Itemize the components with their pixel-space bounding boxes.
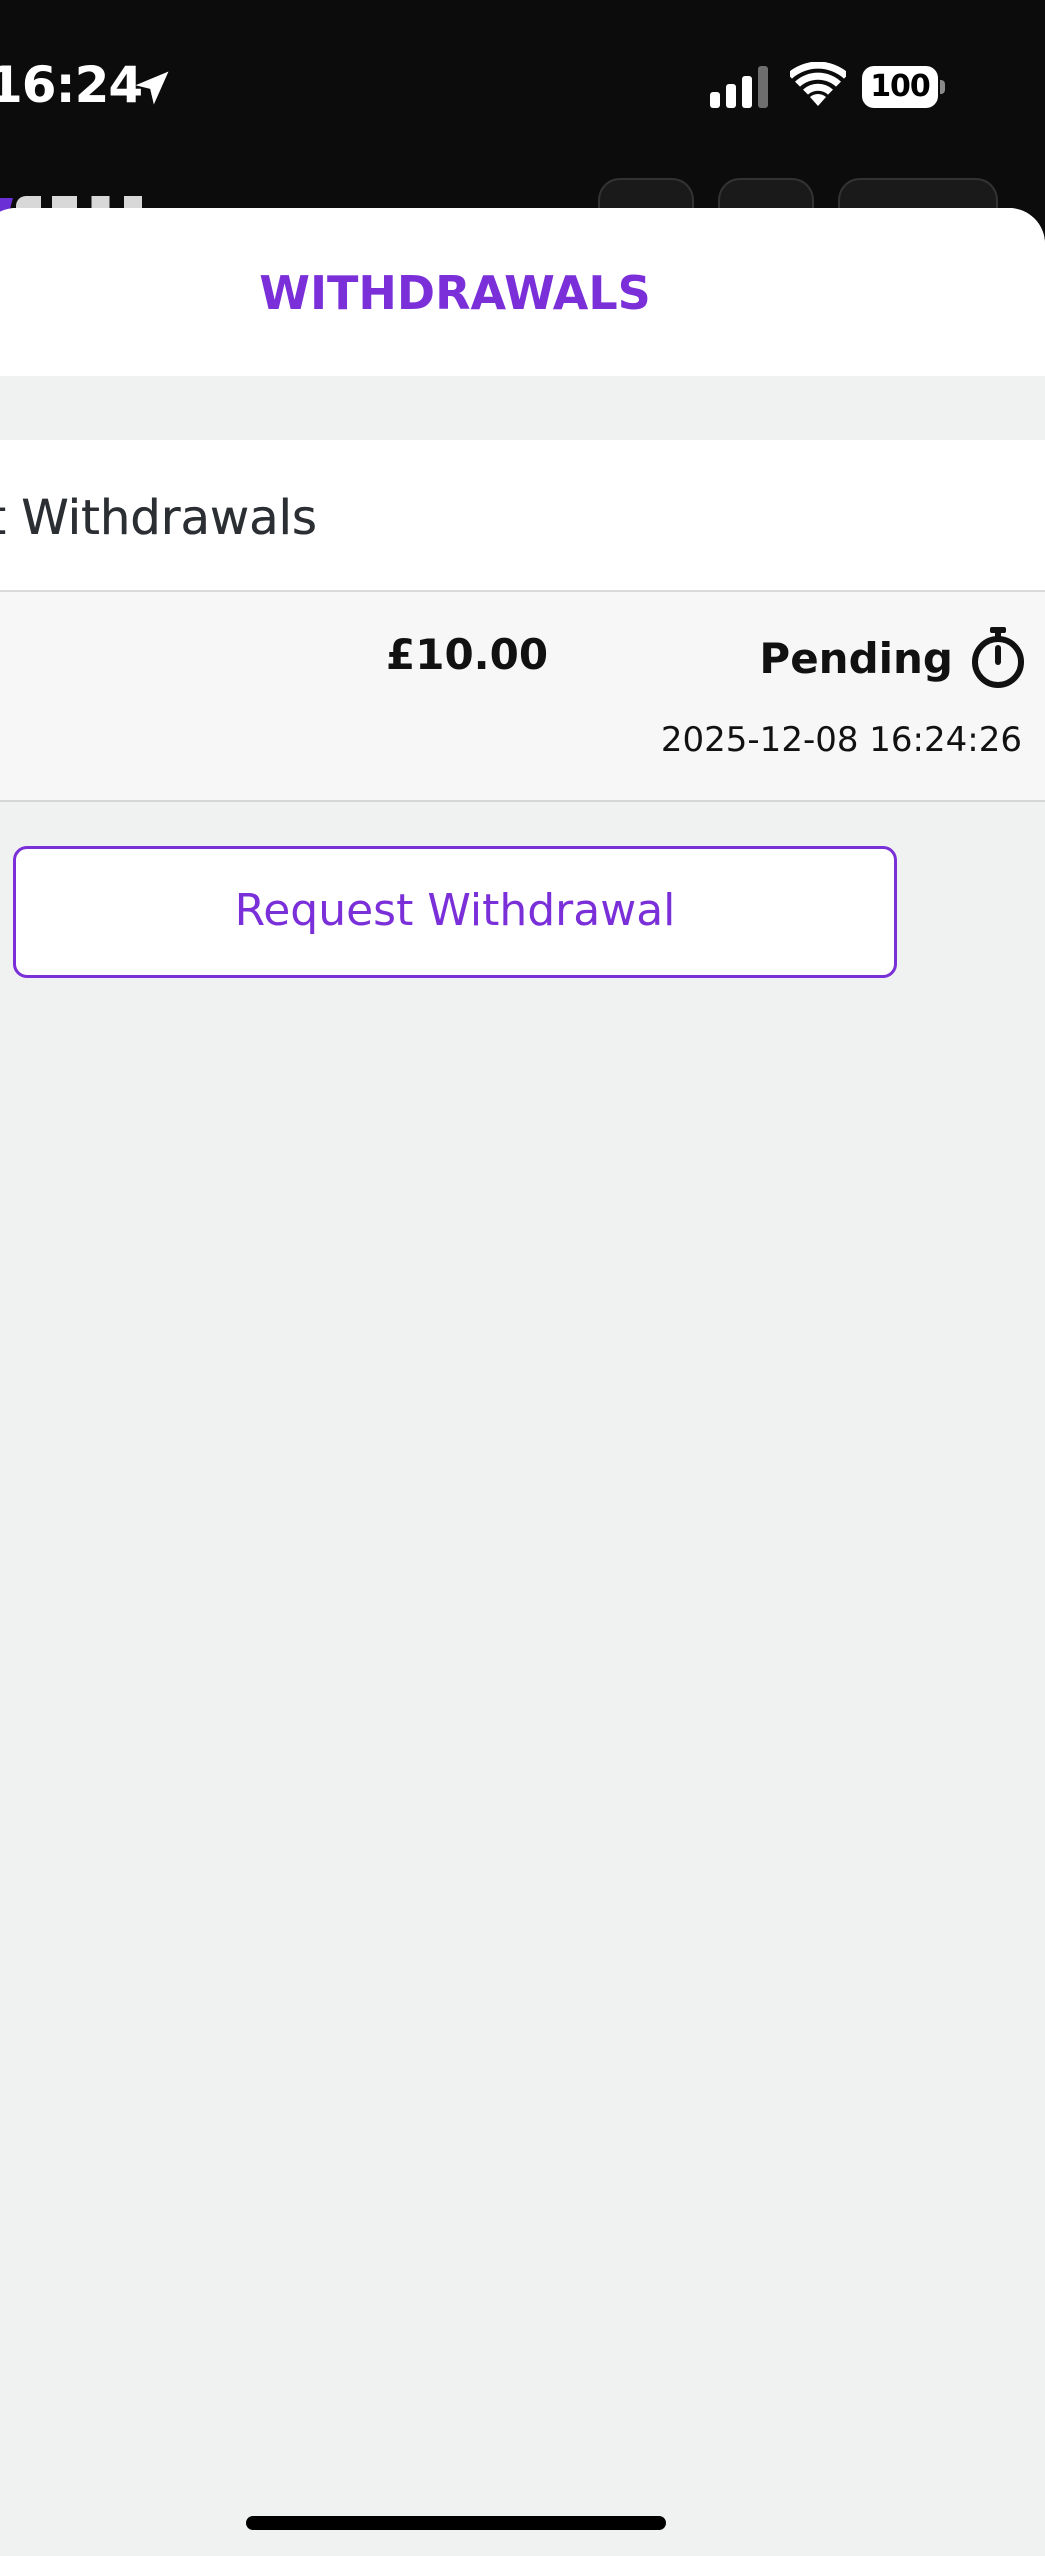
home-indicator[interactable] [246, 2516, 666, 2530]
withdrawal-timestamp: 2025-12-08 16:24:26 [660, 720, 1022, 760]
withdrawal-status: Pending [759, 634, 953, 683]
withdrawals-sheet: WITHDRAWALS Recent Withdrawals £10.00 Pe… [0, 208, 1045, 2556]
withdrawal-row[interactable]: £10.00 Pending 2025-12-08 16:24:26 [0, 592, 1045, 802]
battery-tip [940, 80, 945, 94]
stopwatch-icon [972, 627, 1024, 688]
battery-icon: 100 [862, 66, 945, 108]
sheet-header: WITHDRAWALS [0, 208, 1045, 376]
section-title: Recent Withdrawals [0, 490, 317, 546]
status-time: 16:24 [0, 56, 143, 114]
wifi-icon [790, 62, 846, 106]
cellular-signal-icon [710, 66, 768, 108]
status-bar: 16:24 100 [0, 0, 1045, 175]
screen: 16:24 100 WITHDRAWALS Withdrawals £10.00… [0, 0, 1045, 2556]
request-withdrawal-button[interactable]: Request Withdrawal [13, 846, 897, 978]
location-arrow-icon [135, 71, 169, 105]
battery-level: 100 [862, 66, 938, 108]
sheet-title: WITHDRAWALS [259, 266, 651, 320]
recent-withdrawals-header: Recent Withdrawals [0, 440, 1045, 592]
withdrawal-amount: £10.00 [386, 630, 549, 679]
